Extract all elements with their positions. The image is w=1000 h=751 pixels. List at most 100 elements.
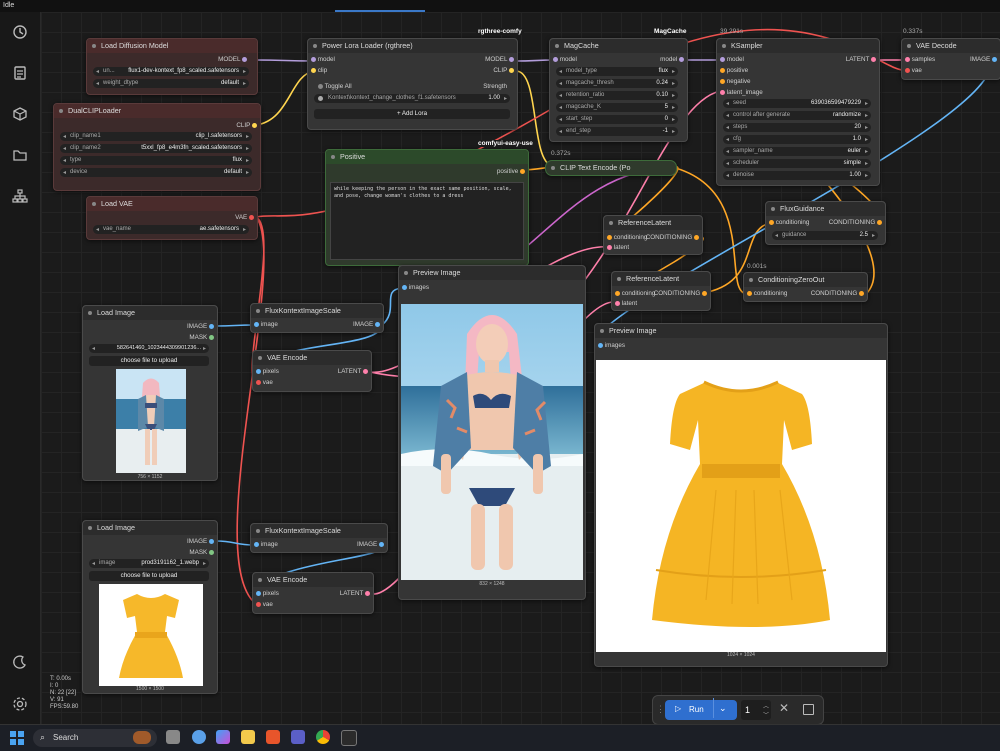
sampler-name-widget[interactable]: ◂ sampler_name euler ▸	[723, 147, 871, 156]
seed-widget[interactable]: ◂ seed 639036599479229 ▸	[723, 99, 871, 108]
input-conditioning-dot[interactable]	[615, 290, 620, 296]
end-step-widget[interactable]: ◂ end_step -1 ▸	[556, 127, 678, 136]
node-load-vae[interactable]: Load VAE VAE ◂ vae_name ae.safetensors ▸	[86, 196, 258, 240]
output-mask-dot[interactable]	[209, 334, 214, 340]
clip-name1-widget[interactable]: ◂ clip_name1 clip_l.safetensors ▸	[60, 132, 252, 141]
file-explorer-icon[interactable]	[241, 730, 255, 744]
input-image-dot[interactable]	[254, 541, 259, 547]
node-preview-image-1[interactable]: Preview Image images 832 × 1248	[398, 265, 586, 600]
cfg-widget[interactable]: ◂ cfg 1.0 ▸	[723, 135, 871, 144]
input-vae-dot[interactable]	[905, 67, 910, 73]
input-vae-dot[interactable]	[256, 379, 261, 385]
output-image-dot[interactable]	[209, 538, 214, 544]
output-image-dot[interactable]	[992, 56, 997, 62]
copilot-icon[interactable]	[216, 730, 230, 744]
input-clip-dot[interactable]	[311, 67, 316, 73]
decrement-icon[interactable]: ﹀	[763, 710, 769, 719]
vae-name-widget[interactable]: ◂ vae_name ae.safetensors ▸	[93, 225, 249, 234]
brave-browser-icon[interactable]	[266, 730, 280, 744]
input-model-dot[interactable]	[311, 56, 316, 62]
lora-row[interactable]: Kontext\kontext_change_clothes_f1.safete…	[314, 94, 510, 103]
input-image-dot[interactable]	[254, 321, 259, 327]
input-positive-dot[interactable]	[720, 67, 725, 73]
node-load-image-person[interactable]: Load Image IMAGE MASK ◂ 582641460_1023444…	[82, 305, 218, 481]
input-pixels-dot[interactable]	[256, 368, 261, 374]
node-flux-kontext-image-scale-1[interactable]: FluxKontextImageScale image IMAGE	[250, 303, 384, 333]
clear-queue-icon[interactable]	[803, 704, 814, 715]
lora-toggle[interactable]	[318, 96, 323, 101]
output-image-dot[interactable]	[379, 541, 384, 547]
output-vae-dot[interactable]	[249, 214, 254, 220]
output-model-dot[interactable]	[242, 56, 247, 62]
upload-button[interactable]: choose file to upload	[89, 356, 209, 366]
terminal-icon[interactable]	[341, 730, 357, 746]
start-step-widget[interactable]: ◂ start_step 0 ▸	[556, 115, 678, 124]
node-preview-image-2[interactable]: Preview Image images 1024 × 1024	[594, 323, 888, 667]
input-samples-dot[interactable]	[905, 56, 910, 62]
input-pixels-dot[interactable]	[256, 590, 261, 596]
output-conditioning-dot[interactable]	[694, 234, 699, 240]
input-conditioning-dot[interactable]	[607, 234, 612, 240]
run-button[interactable]: ▷ Run ⌄	[665, 698, 737, 720]
node-ksampler[interactable]: KSampler model positive negative latent_…	[716, 38, 880, 186]
upload-button[interactable]: choose file to upload	[89, 571, 209, 581]
weight-dtype-widget[interactable]: ◂ weight_dtype default ▸	[93, 79, 249, 88]
node-vae-decode[interactable]: VAE Decode samples vae IMAGE	[901, 38, 1000, 80]
output-positive-dot[interactable]	[520, 168, 525, 174]
output-image-dot[interactable]	[375, 321, 380, 327]
node-reference-latent-1[interactable]: ReferenceLatent conditioning CONDITIONIN…	[603, 215, 703, 255]
node-power-lora-loader[interactable]: Power Lora Loader (rgthree) model clip M…	[307, 38, 518, 130]
prompt-textarea[interactable]: while keeping the person in the exact sa…	[330, 182, 524, 260]
widgets-icon[interactable]	[192, 730, 206, 744]
node-flux-kontext-image-scale-2[interactable]: FluxKontextImageScale image IMAGE	[250, 523, 388, 553]
input-images-dot[interactable]	[598, 342, 603, 348]
output-latent-dot[interactable]	[871, 56, 876, 62]
scheduler-widget[interactable]: ◂ scheduler simple ▸	[723, 159, 871, 168]
node-flux-guidance[interactable]: FluxGuidance conditioning CONDITIONING ◂…	[765, 201, 886, 245]
output-model-dot[interactable]	[679, 56, 684, 62]
increment-icon[interactable]: ︿	[763, 701, 769, 710]
input-latent-dot[interactable]	[615, 300, 620, 306]
node-positive[interactable]: Positive positive while keeping the pers…	[325, 149, 529, 266]
windows-start-icon[interactable]	[10, 731, 24, 745]
input-images-dot[interactable]	[402, 284, 407, 290]
input-vae-dot[interactable]	[256, 601, 261, 607]
node-vae-encode-1[interactable]: VAE Encode pixels vae LATENT	[252, 350, 372, 392]
output-clip-dot[interactable]	[252, 122, 257, 128]
output-latent-dot[interactable]	[363, 368, 368, 374]
add-lora-button[interactable]: + Add Lora	[314, 109, 510, 119]
toggle-all-checkbox[interactable]	[318, 83, 323, 89]
steps-widget[interactable]: ◂ steps 20 ▸	[723, 123, 871, 132]
output-conditioning-dot[interactable]	[859, 290, 864, 296]
output-latent-dot[interactable]	[365, 590, 370, 596]
node-magcache[interactable]: MagCache model model ◂ model_type flux ▸ ◂ m…	[549, 38, 688, 142]
node-load-diffusion-model[interactable]: Load Diffusion Model MODEL ◂ un... flux1-d…	[86, 38, 258, 95]
output-model-dot[interactable]	[509, 56, 514, 62]
output-conditioning-dot[interactable]	[877, 219, 882, 225]
input-negative-dot[interactable]	[720, 78, 725, 84]
denoise-widget[interactable]: ◂ denoise 1.00 ▸	[723, 171, 871, 180]
node-clip-text-encode[interactable]: CLIP Text Encode (Po	[545, 160, 677, 176]
cancel-icon[interactable]: ✕	[779, 701, 789, 715]
output-conditioning-dot[interactable]	[702, 290, 707, 296]
control-after-generate-widget[interactable]: ◂ control after generate randomize ▸	[723, 111, 871, 120]
batch-count-input[interactable]: 1 ︿ ﹀	[741, 700, 771, 720]
input-model-dot[interactable]	[553, 56, 558, 62]
node-vae-encode-2[interactable]: VAE Encode pixels vae LATENT	[252, 572, 374, 614]
image-select-widget[interactable]: ◂ image prod3191162_1.webp ▸	[89, 559, 209, 568]
image-select-widget[interactable]: ◂ 582641460_1023444309901236... ▸	[89, 344, 209, 353]
type-widget[interactable]: ◂ type flux ▸	[60, 156, 252, 165]
chevron-down-icon[interactable]: ⌄	[719, 703, 727, 714]
model-type-widget[interactable]: ◂ model_type flux ▸	[556, 67, 678, 76]
node-reference-latent-2[interactable]: ReferenceLatent conditioning CONDITIONIN…	[611, 271, 711, 311]
output-clip-dot[interactable]	[509, 67, 514, 73]
input-model-dot[interactable]	[720, 56, 725, 62]
node-load-image-dress[interactable]: Load Image IMAGE MASK ◂ image prod3191162_…	[82, 520, 218, 694]
magcache-k-widget[interactable]: ◂ magcache_K 5 ▸	[556, 103, 678, 112]
output-image-dot[interactable]	[209, 323, 214, 329]
input-conditioning-dot[interactable]	[747, 290, 752, 296]
teams-icon[interactable]	[291, 730, 305, 744]
node-conditioning-zero-out[interactable]: ConditioningZeroOut conditioning CONDITI…	[743, 272, 868, 302]
input-latent-dot[interactable]	[607, 244, 612, 250]
clip-name2-widget[interactable]: ◂ clip_name2 t5xxl_fp8_e4m3fn_scaled.safet…	[60, 144, 252, 153]
